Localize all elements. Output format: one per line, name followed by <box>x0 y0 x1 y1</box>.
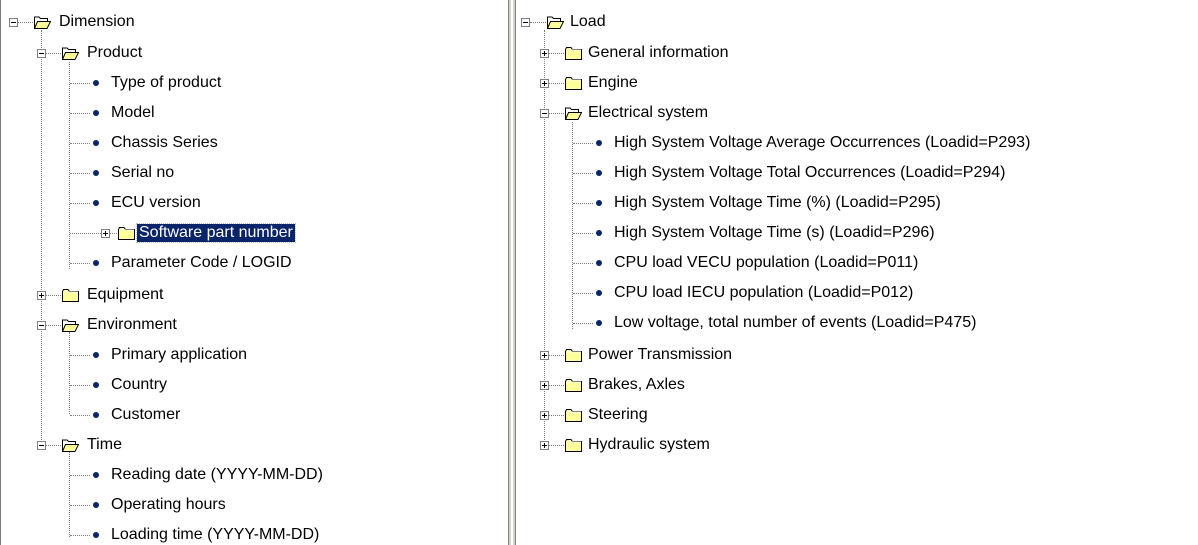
node-label: Equipment <box>87 286 164 303</box>
node-label: Hydraulic system <box>588 436 710 453</box>
node-label: High System Voltage Total Occurrences (L… <box>614 164 1006 181</box>
collapse-toggle[interactable] <box>37 49 46 58</box>
node-label: High System Voltage Average Occurrences … <box>614 134 1031 151</box>
expand-toggle[interactable] <box>540 49 549 58</box>
node-label: Chassis Series <box>111 134 218 151</box>
folder-icon <box>565 47 582 60</box>
folder-icon <box>565 349 582 362</box>
node-label: Model <box>111 104 155 121</box>
load-tree: Load General information Engine Electric… <box>516 0 1198 545</box>
tree-line <box>69 452 70 537</box>
node-label: Electrical system <box>588 104 709 121</box>
node-label: ECU version <box>111 194 201 211</box>
folder-icon <box>118 227 135 240</box>
tree-line <box>572 122 573 329</box>
node-label: Brakes, Axles <box>588 376 685 393</box>
node-label: Steering <box>588 406 648 423</box>
bullet-icon <box>93 170 99 176</box>
node-label: CPU load VECU population (Loadid=P011) <box>614 254 919 271</box>
node-label: High System Voltage Time (s) (Loadid=P29… <box>614 224 935 241</box>
node-label: Product <box>87 44 143 61</box>
expand-toggle[interactable] <box>101 229 110 238</box>
folder-icon <box>565 379 582 392</box>
bullet-icon <box>93 110 99 116</box>
open-folder-icon <box>547 16 564 29</box>
pane-splitter[interactable] <box>508 0 516 545</box>
dimension-tree: Dimension Product Type of product Model … <box>1 0 508 545</box>
node-label: Reading date (YYYY-MM-DD) <box>111 466 323 483</box>
node-label: General information <box>588 44 729 61</box>
folder-icon <box>565 439 582 452</box>
collapse-toggle[interactable] <box>37 441 46 450</box>
expand-toggle[interactable] <box>540 351 549 360</box>
bullet-icon <box>596 320 602 326</box>
bullet-icon <box>93 532 99 538</box>
bullet-icon <box>93 472 99 478</box>
bullet-icon <box>596 230 602 236</box>
node-label: Primary application <box>111 346 248 363</box>
folder-icon <box>62 289 79 302</box>
node-label: Loading time (YYYY-MM-DD) <box>111 526 320 543</box>
bullet-icon <box>596 200 602 206</box>
folder-icon <box>565 77 582 90</box>
open-folder-icon <box>62 319 79 332</box>
collapse-toggle[interactable] <box>521 18 530 27</box>
open-folder-icon <box>565 107 582 120</box>
node-label: Operating hours <box>111 496 226 513</box>
node-label: Time <box>87 436 122 453</box>
bullet-icon <box>93 412 99 418</box>
expand-toggle[interactable] <box>540 79 549 88</box>
expand-toggle[interactable] <box>540 411 549 420</box>
node-label: High System Voltage Time (%) (Loadid=P29… <box>614 194 941 211</box>
node-label: Country <box>111 376 168 393</box>
expand-toggle[interactable] <box>540 441 549 450</box>
bullet-icon <box>596 140 602 146</box>
bullet-icon <box>596 170 602 176</box>
node-label: Load <box>570 13 606 30</box>
dimension-tree-pane[interactable]: Dimension Product Type of product Model … <box>0 0 508 545</box>
node-label: Customer <box>111 406 181 423</box>
open-folder-icon <box>34 16 51 29</box>
open-folder-icon <box>62 439 79 452</box>
collapse-toggle[interactable] <box>540 109 549 118</box>
node-label: Power Transmission <box>588 346 733 363</box>
node-label: CPU load IECU population (Loadid=P012) <box>614 284 914 301</box>
node-label: Engine <box>588 74 638 91</box>
folder-icon <box>565 409 582 422</box>
bullet-icon <box>93 80 99 86</box>
bullet-icon <box>93 502 99 508</box>
node-label: Type of product <box>111 74 222 91</box>
open-folder-icon <box>62 47 79 60</box>
node-label: Low voltage, total number of events (Loa… <box>614 314 977 331</box>
tree-line <box>69 62 70 269</box>
bullet-icon <box>596 290 602 296</box>
tree-line <box>41 30 42 446</box>
expand-toggle[interactable] <box>37 291 46 300</box>
node-label: Parameter Code / LOGID <box>111 254 292 271</box>
collapse-toggle[interactable] <box>9 18 18 27</box>
bullet-icon <box>93 352 99 358</box>
bullet-icon <box>93 140 99 146</box>
node-label-selected: Software part number <box>136 223 296 243</box>
bullet-icon <box>93 200 99 206</box>
tree-line <box>69 332 70 414</box>
node-label: Dimension <box>59 13 135 30</box>
node-label: Serial no <box>111 164 175 181</box>
node-label: Environment <box>87 316 177 333</box>
bullet-icon <box>93 260 99 266</box>
expand-toggle[interactable] <box>540 381 549 390</box>
bullet-icon <box>596 260 602 266</box>
bullet-icon <box>93 382 99 388</box>
load-tree-pane[interactable]: Load General information Engine Electric… <box>516 0 1198 545</box>
collapse-toggle[interactable] <box>37 321 46 330</box>
